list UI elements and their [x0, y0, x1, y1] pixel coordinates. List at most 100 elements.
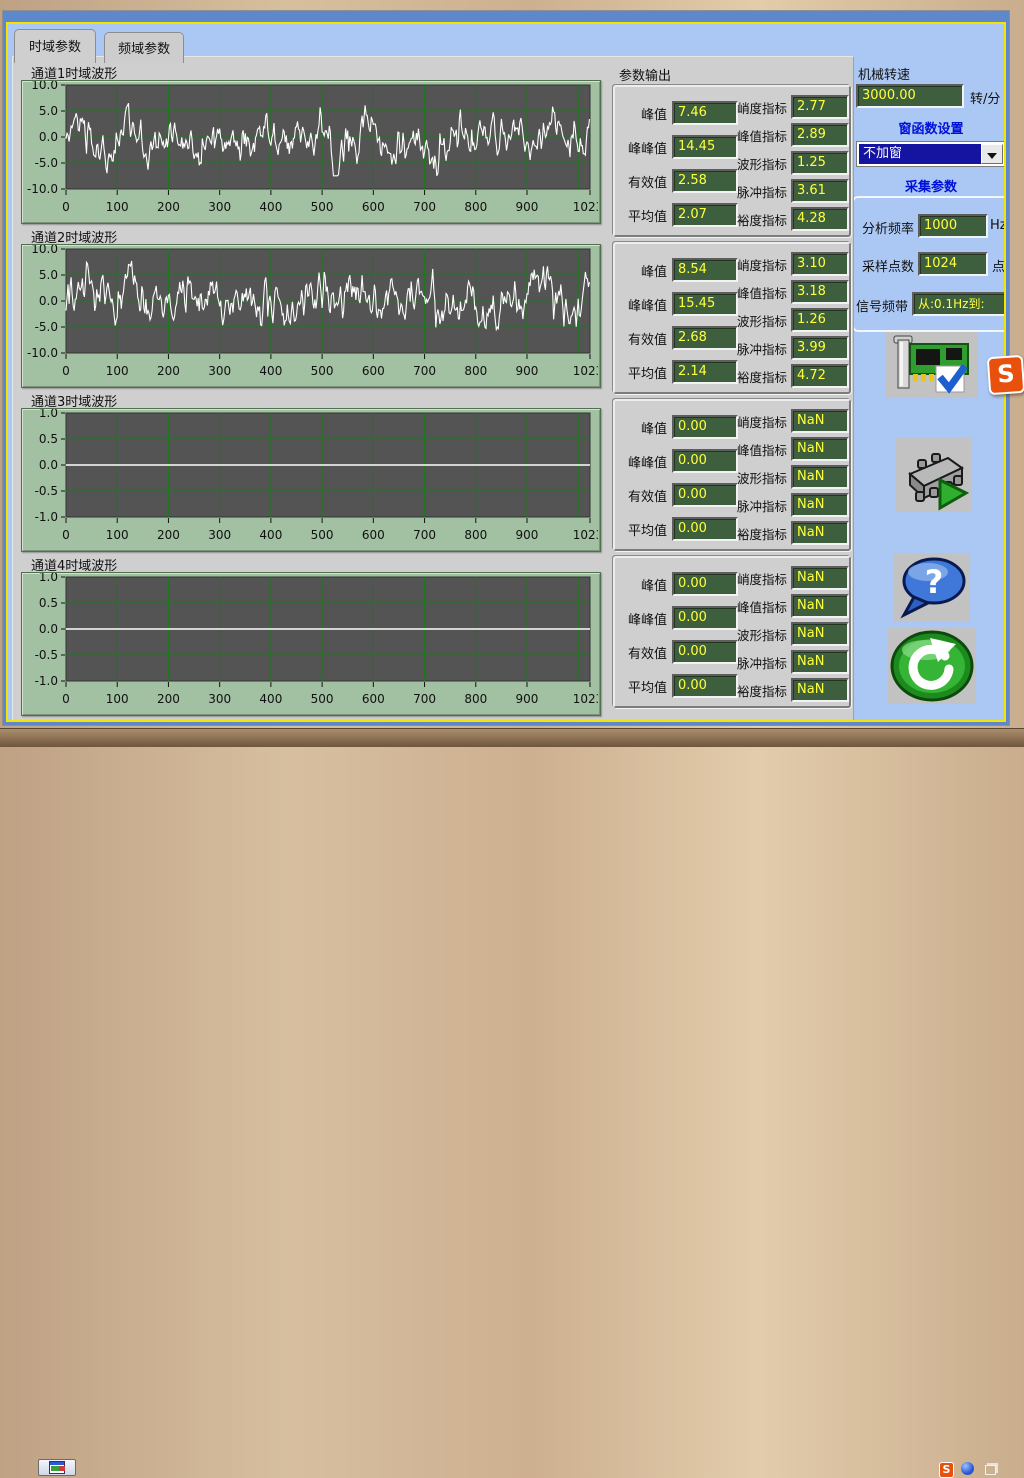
param-value: NaN [791, 650, 849, 674]
param-label: 裕度指标 [731, 210, 787, 229]
signal-band-input[interactable]: 从:0.1Hz到: [912, 292, 1006, 316]
svg-text:-1.0: -1.0 [35, 674, 58, 688]
tab-page: 通道1时域波形10.05.00.0-5.0-10.001002003004005… [12, 56, 854, 722]
param-value: 2.89 [791, 123, 849, 147]
svg-text:5.0: 5.0 [39, 268, 58, 282]
sample-count-input[interactable]: 1024 [918, 252, 988, 276]
param-label: 波形指标 [731, 311, 787, 330]
param-value: NaN [791, 493, 849, 517]
param-value: 0.00 [672, 640, 738, 664]
daq-card-check-icon [886, 332, 978, 398]
param-label: 峭度指标 [731, 412, 787, 431]
svg-text:500: 500 [311, 364, 334, 378]
param-value: 0.00 [672, 572, 738, 596]
param-value: 0.00 [672, 517, 738, 541]
param-value: NaN [791, 622, 849, 646]
svg-text:200: 200 [157, 692, 180, 706]
param-label: 脉冲指标 [731, 653, 787, 672]
svg-text:1023: 1023 [573, 528, 598, 542]
svg-text:5.0: 5.0 [39, 104, 58, 118]
chevron-down-icon[interactable] [981, 144, 1003, 164]
sample-count-unit: 点 [992, 256, 1005, 275]
param-label: 平均值 [615, 520, 667, 539]
params-output-title: 参数输出 [619, 65, 671, 84]
param-value: 2.68 [672, 326, 738, 350]
param-value: 1.26 [791, 308, 849, 332]
svg-text:600: 600 [362, 364, 385, 378]
svg-text:100: 100 [106, 364, 129, 378]
param-label: 有效值 [615, 486, 667, 505]
param-label: 脉冲指标 [731, 496, 787, 515]
param-label: 平均值 [615, 677, 667, 696]
app-window: 时域参数 频域参数 通道1时域波形10.05.00.0-5.0-10.00100… [2, 10, 1010, 726]
param-value: 4.28 [791, 207, 849, 231]
taskbar-app-button[interactable] [38, 1459, 76, 1476]
svg-text:200: 200 [157, 200, 180, 214]
svg-text:500: 500 [311, 528, 334, 542]
param-value: 2.14 [672, 360, 738, 384]
ime-s-badge[interactable]: S [987, 355, 1024, 395]
tab-time-domain[interactable]: 时域参数 [14, 29, 96, 63]
param-label: 峰值 [615, 575, 667, 594]
param-value: NaN [791, 594, 849, 618]
svg-text:500: 500 [311, 692, 334, 706]
param-label: 脉冲指标 [731, 339, 787, 358]
param-label: 峰值指标 [731, 597, 787, 616]
param-value: 2.58 [672, 169, 738, 193]
signal-band-label: 信号频带 [856, 296, 908, 315]
svg-text:0: 0 [62, 200, 70, 214]
param-label: 平均值 [615, 363, 667, 382]
svg-text:600: 600 [362, 200, 385, 214]
svg-text:-1.0: -1.0 [35, 510, 58, 524]
chip-run-button[interactable] [896, 438, 972, 512]
daq-card-check-button[interactable] [886, 332, 978, 398]
tab-freq-domain[interactable]: 频域参数 [104, 32, 184, 63]
svg-text:700: 700 [413, 200, 436, 214]
param-label: 峭度指标 [731, 255, 787, 274]
svg-text:400: 400 [259, 364, 282, 378]
svg-text:0.0: 0.0 [39, 622, 58, 636]
svg-text:100: 100 [106, 200, 129, 214]
refresh-button[interactable] [888, 628, 976, 704]
param-label: 峰值 [615, 418, 667, 437]
analysis-freq-input[interactable]: 1000 [918, 214, 988, 238]
window-function-dropdown[interactable]: 不加窗 [856, 141, 1006, 167]
param-value: 0.00 [672, 606, 738, 630]
param-value: 0.00 [672, 483, 738, 507]
param-value: 14.45 [672, 135, 738, 159]
charts-column: 通道1时域波形10.05.00.0-5.0-10.001002003004005… [21, 59, 613, 722]
param-value: 7.46 [672, 101, 738, 125]
help-bubble-icon: ? [894, 553, 970, 621]
waveform-chart: 1.00.50.0-0.5-1.001002003004005006007008… [21, 572, 601, 716]
tray-sogou-icon[interactable]: S [939, 1462, 954, 1478]
tray-orb-icon[interactable] [961, 1462, 974, 1475]
param-value: 8.54 [672, 258, 738, 282]
svg-text:300: 300 [208, 364, 231, 378]
machine-speed-input[interactable]: 3000.00 [856, 84, 964, 108]
param-value: 0.00 [672, 674, 738, 698]
svg-text:200: 200 [157, 364, 180, 378]
svg-text:-5.0: -5.0 [35, 320, 58, 334]
svg-text:-5.0: -5.0 [35, 156, 58, 170]
param-value: 0.00 [672, 449, 738, 473]
help-button[interactable]: ? [894, 553, 970, 621]
sample-count-label: 采样点数 [862, 256, 914, 275]
tray-restore-icon[interactable] [985, 1465, 996, 1475]
waveform-chart: 1.00.50.0-0.5-1.001002003004005006007008… [21, 408, 601, 552]
app-window-icon [49, 1461, 65, 1474]
svg-text:1023: 1023 [573, 364, 598, 378]
svg-text:400: 400 [259, 200, 282, 214]
acquisition-params-label: 采集参数 [856, 176, 1006, 195]
svg-text:1.0: 1.0 [39, 409, 58, 420]
svg-text:900: 900 [516, 364, 539, 378]
param-group: 峰值7.46峰峰值14.45有效值2.58平均值2.07峭度指标2.77峰值指标… [613, 85, 851, 237]
svg-text:400: 400 [259, 528, 282, 542]
param-value: 3.10 [791, 252, 849, 276]
param-label: 峰峰值 [615, 138, 667, 157]
svg-text:800: 800 [464, 364, 487, 378]
front-panel: 时域参数 频域参数 通道1时域波形10.05.00.0-5.0-10.00100… [6, 22, 1006, 722]
svg-text:0.5: 0.5 [39, 432, 58, 446]
param-label: 峰峰值 [615, 609, 667, 628]
param-value: NaN [791, 521, 849, 545]
machine-speed-label: 机械转速 [858, 64, 910, 83]
